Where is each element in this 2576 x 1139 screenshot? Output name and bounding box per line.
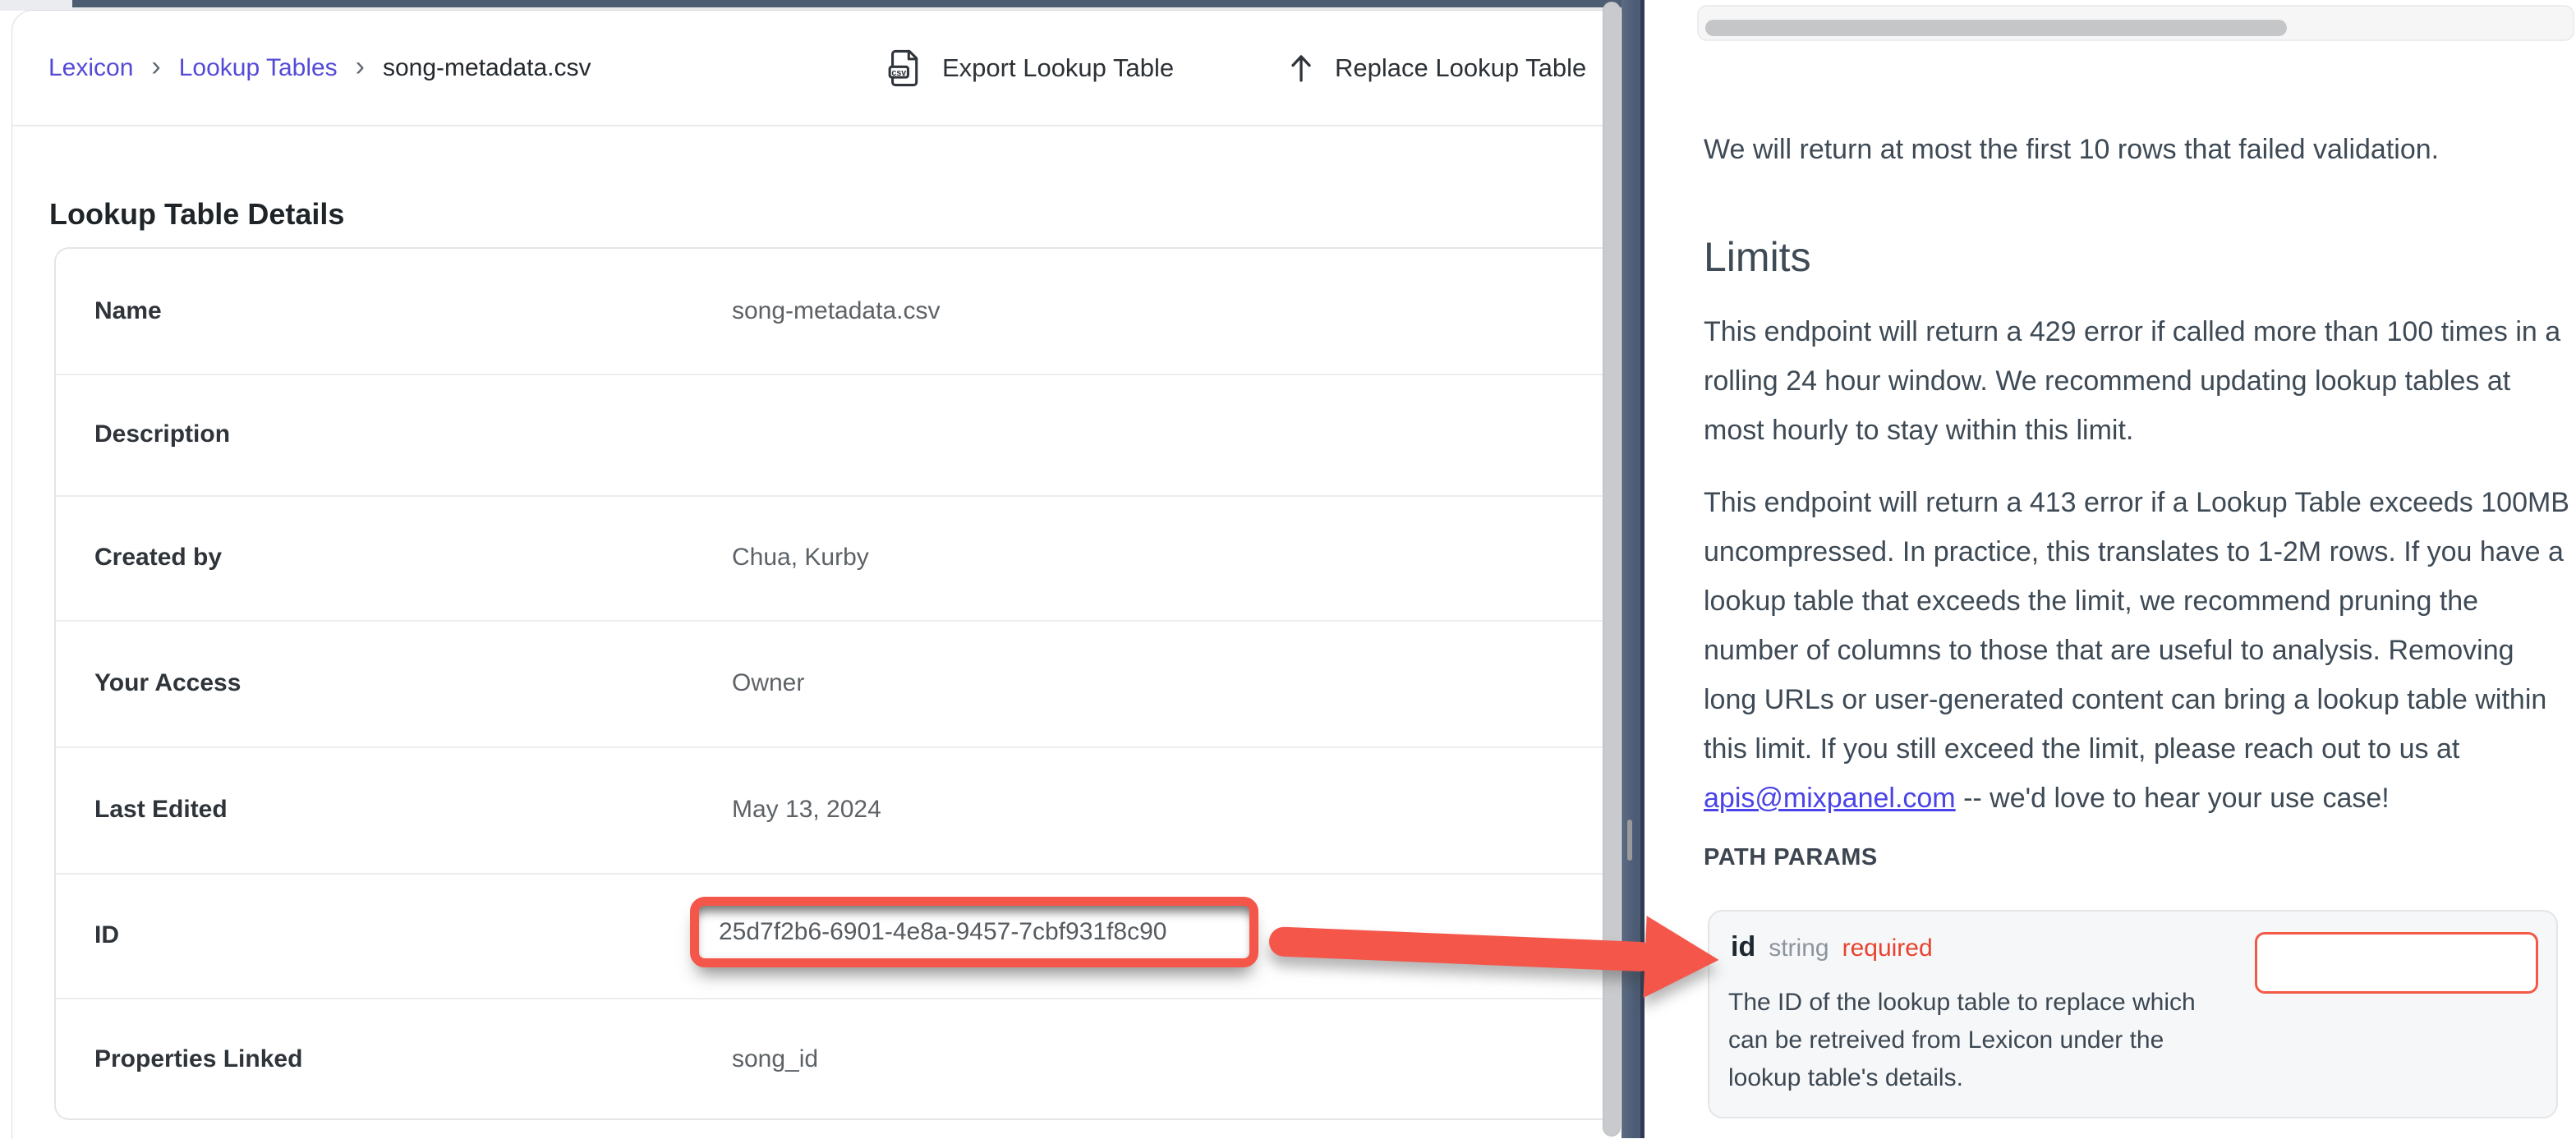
detail-label: Description [94,420,230,448]
chevron-right-icon: › [356,53,365,80]
code-block-hscrollbar [1697,5,2574,41]
param-id-input[interactable] [2255,932,2538,994]
detail-row-last-edited: Last Edited May 13, 2024 [56,746,1604,873]
detail-row-description: Description [56,374,1604,495]
breadcrumb-link-lookup-tables[interactable]: Lookup Tables [179,54,338,82]
page-title: Lookup Table Details [49,197,344,232]
detail-label: Last Edited [94,796,228,824]
detail-value: Chua, Kurby [732,544,869,572]
param-required-badge: required [1842,935,1933,962]
up-arrow-icon [1287,52,1315,85]
detail-row-name: Name song-metadata.csv [56,249,1604,374]
back-window-vertical-edge [1622,0,1644,1138]
lexicon-window: Lexicon › Lookup Tables › song-metadata.… [12,10,1604,1139]
detail-label: Created by [94,544,222,572]
header-bar: Lexicon › Lookup Tables › song-metadata.… [12,11,1604,126]
api-docs-window: We will return at most the first 10 rows… [1644,0,2576,1138]
detail-label: Your Access [94,669,241,697]
paragraph-text: This endpoint will return a 413 error if… [1704,487,2569,765]
csv-file-icon: csv [888,48,922,88]
replace-lookup-table-button[interactable]: Replace Lookup Table [1287,11,1586,125]
param-header: id string required [1731,931,1933,963]
svg-text:csv: csv [891,67,906,77]
paragraph-text: -- we'd love to hear your use case! [1956,783,2390,814]
left-window-scrollbar-thumb[interactable] [1603,2,1621,1137]
linked-property-link[interactable]: song_id [732,1045,818,1073]
lookup-table-details-card: Name song-metadata.csv Description Creat… [54,247,1604,1120]
detail-row-properties-linked: Properties Linked song_id [56,998,1604,1120]
back-window-top-edge [72,0,1644,7]
detail-value: song-metadata.csv [732,297,940,325]
lookup-table-id-value[interactable]: 25d7f2b6-6901-4e8a-9457-7cbf931f8c90 [699,906,1249,958]
limits-paragraph-429: This endpoint will return a 429 error if… [1704,307,2571,455]
hscrollbar-thumb[interactable] [1705,20,2287,36]
limits-paragraph-413: This endpoint will return a 413 error if… [1704,478,2571,823]
back-window-scrollbar-thumb[interactable] [1627,820,1632,861]
detail-label: Name [94,297,162,325]
breadcrumb: Lexicon › Lookup Tables › song-metadata.… [48,11,591,125]
param-type: string [1769,935,1828,962]
export-lookup-table-button[interactable]: csv Export Lookup Table [888,11,1174,125]
param-name: id [1731,931,1755,963]
breadcrumb-link-lexicon[interactable]: Lexicon [48,54,133,82]
detail-value: May 13, 2024 [732,796,881,824]
replace-button-label: Replace Lookup Table [1335,53,1586,83]
limits-heading: Limits [1704,233,1811,281]
detail-label: Properties Linked [94,1045,302,1073]
breadcrumb-current: song-metadata.csv [383,54,591,82]
detail-value: Owner [732,669,804,697]
chevron-right-icon: › [151,53,160,80]
annotation-highlight-box: 25d7f2b6-6901-4e8a-9457-7cbf931f8c90 [690,897,1258,967]
detail-row-created-by: Created by Chua, Kurby [56,495,1604,620]
detail-label: ID [94,921,119,949]
param-description: The ID of the lookup table to replace wh… [1728,984,2205,1097]
path-params-label: PATH PARAMS [1704,844,1878,871]
docs-intro-text: We will return at most the first 10 rows… [1704,125,2574,174]
export-button-label: Export Lookup Table [942,53,1174,83]
detail-row-your-access: Your Access Owner [56,620,1604,746]
path-param-card: id string required The ID of the lookup … [1708,910,2558,1118]
apis-mixpanel-email-link[interactable]: apis@mixpanel.com [1704,783,1956,814]
